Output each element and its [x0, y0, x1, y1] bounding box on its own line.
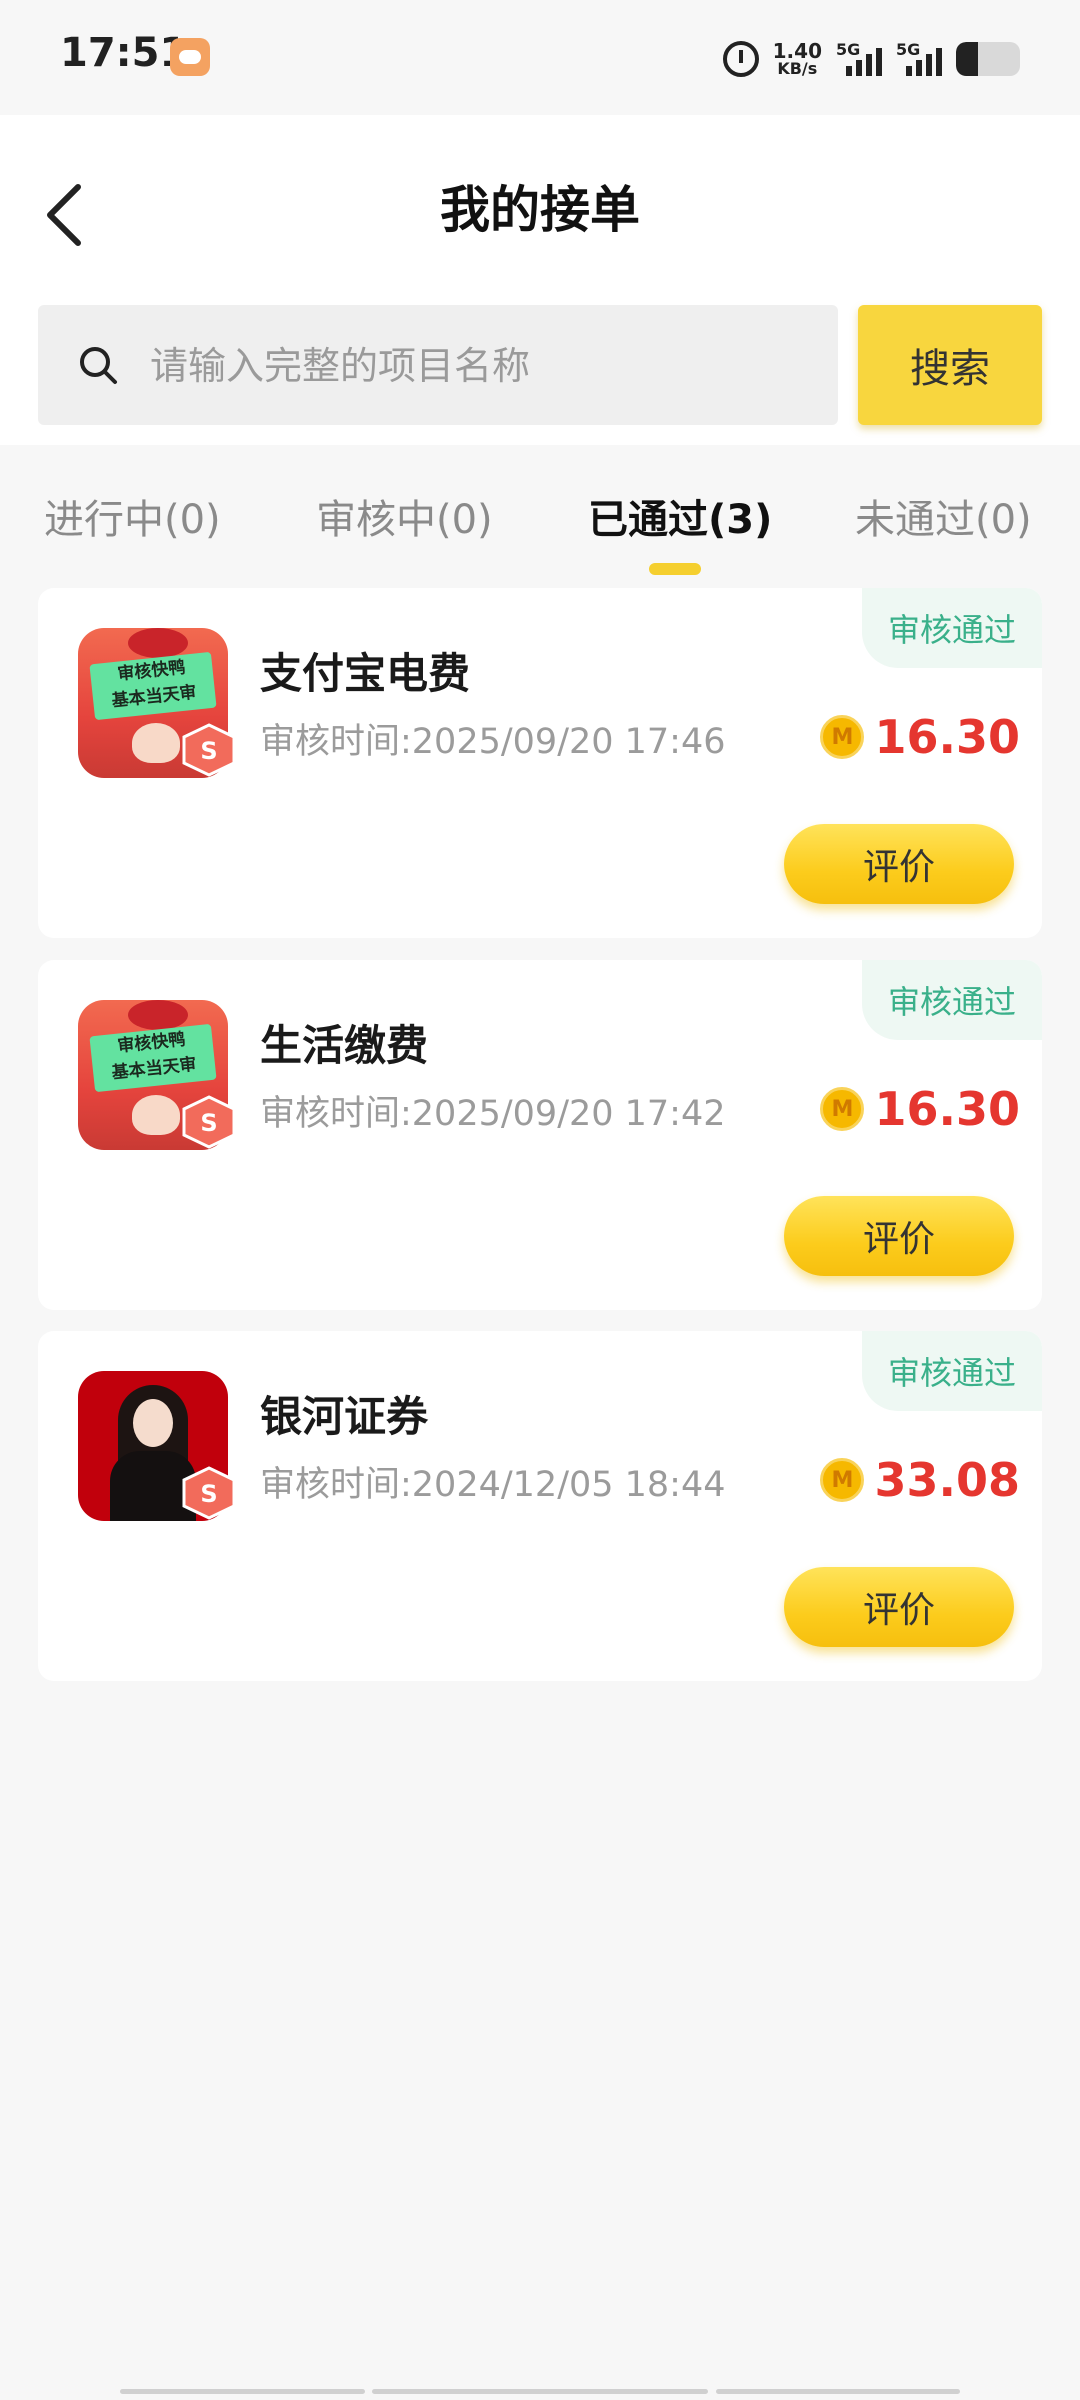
review-button[interactable]: 评价: [784, 1196, 1014, 1276]
thumbnail-sign: 审核快鸭 基本当天审: [89, 651, 217, 721]
shield-s-badge-icon: S: [180, 1466, 238, 1520]
network-speed: 1.40 KB/s: [773, 41, 822, 77]
status-badge: 审核通过: [862, 1331, 1042, 1411]
reward-amount: M 16.30: [820, 1082, 1020, 1136]
gesture-bar[interactable]: [372, 2389, 708, 2394]
signal-icon: 5G: [836, 40, 882, 78]
amount-value: 33.08: [874, 1453, 1020, 1507]
status-bar: 17:51 1.40 KB/s 5G 5G: [0, 0, 1080, 115]
signal-icon: 5G: [896, 40, 942, 78]
review-time: 审核时间:2024/12/05 18:44: [260, 1465, 726, 1505]
svg-text:S: S: [200, 1109, 217, 1137]
search-icon: [78, 345, 118, 385]
search-box: [38, 305, 838, 427]
app-notification-icon: [170, 38, 210, 76]
network-speed-value: 1.40: [772, 39, 822, 63]
tab-reviewing[interactable]: 审核中(0): [316, 487, 493, 545]
page-title: 我的接单: [440, 181, 640, 239]
gesture-bar[interactable]: [120, 2389, 365, 2394]
order-card[interactable]: 审核通过 S 银河证券 审核时间:2024/12/05 18:44 M 33.0…: [38, 1331, 1042, 1681]
shield-s-badge-icon: S: [180, 1095, 238, 1149]
svg-text:S: S: [200, 737, 217, 765]
network-speed-unit: KB/s: [777, 59, 818, 78]
tab-in-progress[interactable]: 进行中(0): [44, 487, 221, 545]
alarm-icon: [722, 41, 759, 77]
gesture-bar[interactable]: [716, 2389, 960, 2394]
search-bar: 搜索: [0, 295, 1080, 445]
amount-value: 16.30: [874, 710, 1020, 764]
status-time: 17:51: [60, 30, 188, 76]
tab-approved[interactable]: 已通过(3): [588, 487, 772, 545]
search-button[interactable]: 搜索: [858, 305, 1042, 425]
coin-icon: M: [820, 715, 865, 759]
review-time: 审核时间:2025/09/20 17:42: [260, 1094, 726, 1134]
status-badge: 审核通过: [862, 588, 1042, 668]
review-button[interactable]: 评价: [784, 824, 1014, 904]
project-title: 生活缴费: [260, 1021, 429, 1070]
status-icons: 1.40 KB/s 5G 5G: [722, 34, 1020, 84]
coin-icon: M: [820, 1087, 865, 1131]
order-card[interactable]: 审核通过 审核快鸭 基本当天审 S 支付宝电费 审核时间:2025/09/20 …: [38, 588, 1042, 938]
project-title: 银河证券: [260, 1392, 429, 1441]
shield-s-badge-icon: S: [180, 723, 238, 777]
review-time: 审核时间:2025/09/20 17:46: [260, 722, 726, 762]
battery-level: [956, 42, 979, 76]
tab-active-indicator: [649, 563, 701, 575]
tab-rejected[interactable]: 未通过(0): [855, 487, 1032, 545]
thumbnail-sign: 审核快鸭 基本当天审: [89, 1023, 217, 1093]
project-title: 支付宝电费: [260, 649, 471, 698]
status-tabs: 进行中(0) 审核中(0) 已通过(3) 未通过(0): [0, 465, 1080, 575]
amount-value: 16.30: [874, 1082, 1020, 1136]
battery-icon: [956, 42, 1020, 76]
reward-amount: M 16.30: [820, 710, 1020, 764]
status-badge: 审核通过: [862, 960, 1042, 1040]
review-button[interactable]: 评价: [784, 1567, 1014, 1647]
coin-icon: M: [820, 1458, 865, 1502]
search-input[interactable]: [148, 305, 812, 427]
order-card[interactable]: 审核通过 审核快鸭 基本当天审 S 生活缴费 审核时间:2025/09/20 1…: [38, 960, 1042, 1310]
svg-text:S: S: [200, 1480, 217, 1508]
reward-amount: M 33.08: [820, 1453, 1020, 1507]
